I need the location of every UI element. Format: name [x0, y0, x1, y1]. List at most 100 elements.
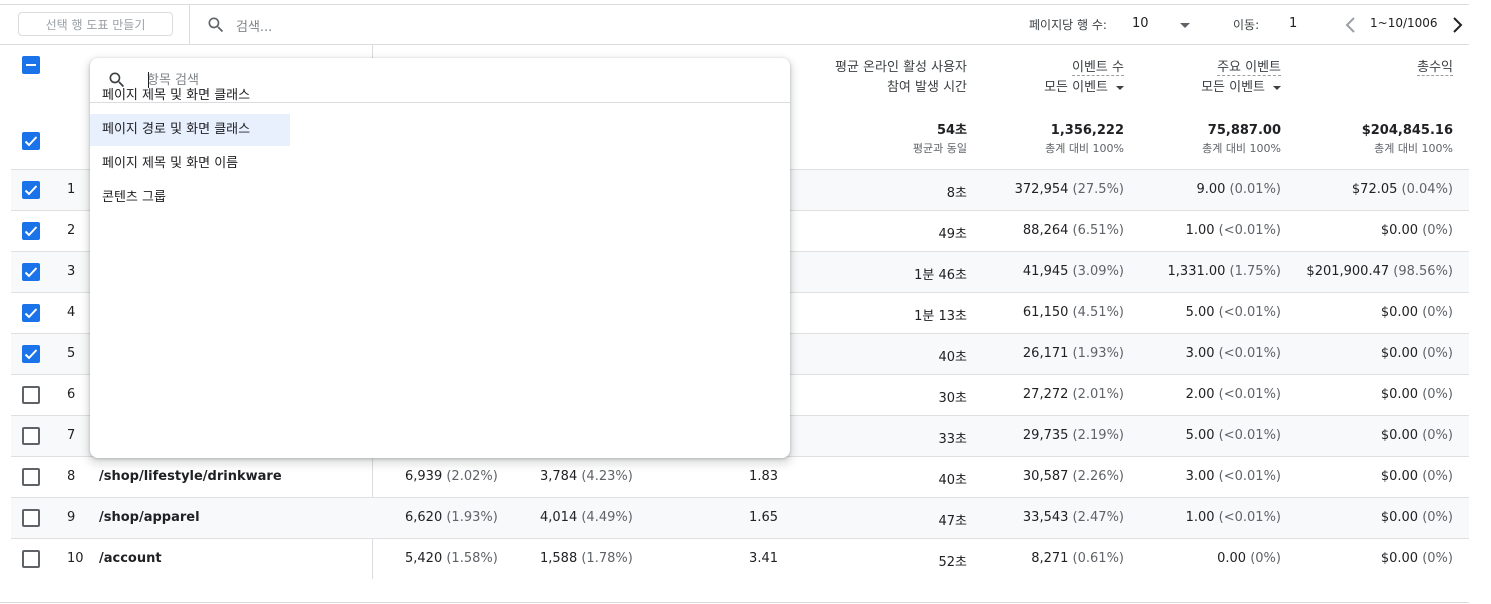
event-count-cell-percent: (4.51%) [1072, 305, 1124, 320]
event-filter-dropdown[interactable]: 모든 이벤트 [1044, 78, 1124, 98]
totals-events: 1,356,222 총계 대비 100% [1045, 122, 1124, 158]
engagement-time-cell-value: 40초 [938, 473, 967, 488]
dimension-option[interactable]: 콘텐츠 그룹 [90, 182, 176, 214]
key-events-cell: 1.00 (<0.01%) [1186, 223, 1281, 238]
views-per-user-cell: 1.65 [749, 510, 778, 525]
row-checkbox[interactable] [22, 509, 40, 527]
page-path[interactable]: /shop/apparel [99, 510, 200, 525]
total-sub: 총계 대비 100% [1202, 142, 1281, 155]
event-count-cell-value: 8,271 [1031, 551, 1069, 566]
event-count-cell-value: 30,587 [1022, 469, 1069, 484]
row-checkbox[interactable] [22, 222, 40, 240]
check-icon [24, 349, 38, 360]
event-count-cell-percent: (2.19%) [1072, 428, 1124, 443]
event-count-cell: 61,150 (4.51%) [1023, 305, 1124, 320]
event-filter-label: 모든 이벤트 [1044, 80, 1108, 95]
revenue-label[interactable]: 총수익 [1417, 60, 1453, 76]
goto-page-input[interactable]: 1 [1289, 16, 1297, 31]
engagement-time-cell-value: 8초 [946, 186, 967, 201]
check-icon [24, 136, 38, 147]
views-cell-value: 5,420 [405, 551, 443, 566]
revenue-cell-percent: (0%) [1422, 469, 1453, 484]
page-path[interactable]: /shop/lifestyle/drinkware [99, 469, 282, 484]
caret-down-icon[interactable] [1180, 23, 1190, 28]
event-count-header[interactable]: 이벤트 수 모든 이벤트 [1044, 58, 1124, 98]
select-all-checkbox[interactable] [22, 56, 40, 74]
revenue-cell-value: $0.00 [1380, 346, 1419, 361]
event-count-cell-value: 29,735 [1022, 428, 1069, 443]
revenue-cell-percent: (0%) [1422, 223, 1453, 238]
key-events-header[interactable]: 주요 이벤트 모든 이벤트 [1201, 58, 1281, 98]
event-count-cell: 33,543 (2.47%) [1023, 510, 1124, 525]
event-count-cell-percent: (0.61%) [1072, 551, 1124, 566]
revenue-cell-percent: (0%) [1422, 428, 1453, 443]
event-count-cell-value: 41,945 [1022, 264, 1069, 279]
views-cell-percent: (1.58%) [446, 551, 498, 566]
revenue-cell-value: $0.00 [1380, 469, 1419, 484]
key-events-cell-percent: (0.01%) [1229, 182, 1281, 197]
table-row[interactable]: 9/shop/apparel 6,620 (1.93%) 4,014 (4.49%)… [11, 497, 1469, 538]
rows-per-page-select[interactable]: 10 [1132, 16, 1149, 31]
engagement-time-cell: 40초 [938, 469, 967, 488]
key-events-cell-value: 2.00 [1185, 387, 1215, 402]
revenue-cell: $0.00 (0%) [1381, 346, 1453, 361]
event-count-cell-value: 372,954 [1014, 182, 1069, 197]
row-checkbox[interactable] [22, 263, 40, 281]
event-count-cell-value: 26,171 [1022, 346, 1069, 361]
key-events-cell-percent: (<0.01%) [1218, 387, 1281, 402]
engagement-time-cell-value: 33초 [938, 432, 967, 447]
row-checkbox[interactable] [22, 468, 40, 486]
views-cell-value: 6,620 [405, 510, 443, 525]
dimension-option[interactable]: 페이지 제목 및 화면 이름 [90, 148, 248, 180]
revenue-cell-percent: (0.04%) [1401, 182, 1453, 197]
key-events-cell-value: 0.00 [1217, 551, 1247, 566]
key-event-filter-dropdown[interactable]: 모든 이벤트 [1201, 78, 1281, 98]
revenue-header[interactable]: 총수익 [1417, 58, 1453, 78]
event-count-cell-value: 88,264 [1022, 223, 1069, 238]
totals-revenue: $204,845.16 총계 대비 100% [1362, 122, 1453, 158]
views-cell: 5,420 (1.58%) [405, 551, 498, 566]
plot-rows-button[interactable]: 선택 행 도표 만들기 [18, 12, 173, 36]
views-cell: 6,620 (1.93%) [405, 510, 498, 525]
totals-key-events: 75,887.00 총계 대비 100% [1202, 122, 1281, 158]
page-path[interactable]: /account [99, 551, 162, 566]
toolbar-divider [189, 5, 190, 45]
engagement-header[interactable]: 평균 온라인 활성 사용자 참여 발생 시간 [835, 58, 967, 98]
revenue-cell-value: $0.00 [1380, 510, 1419, 525]
revenue-cell: $0.00 (0%) [1381, 305, 1453, 320]
row-checkbox[interactable] [22, 345, 40, 363]
users-cell-percent: (1.78%) [581, 551, 633, 566]
event-count-cell: 41,945 (3.09%) [1023, 264, 1124, 279]
event-count-cell-percent: (27.5%) [1072, 182, 1124, 197]
dimension-option[interactable]: 페이지 제목 및 화면 클래스 [90, 80, 260, 112]
row-index: 10 [67, 551, 84, 566]
revenue-cell-value: $72.05 [1351, 182, 1398, 197]
engagement-time-cell-value: 30초 [938, 391, 967, 406]
row-checkbox[interactable] [22, 304, 40, 322]
event-count-cell-value: 27,272 [1022, 387, 1069, 402]
chevron-left-icon[interactable] [1344, 16, 1356, 34]
table-row[interactable]: 10/account 5,420 (1.58%) 1,588 (1.78%) 3.41… [11, 538, 1469, 579]
chevron-right-icon[interactable] [1452, 16, 1464, 34]
users-cell-value: 1,588 [540, 551, 578, 566]
total-value: $204,845.16 [1361, 123, 1453, 138]
key-events-cell: 3.00 (<0.01%) [1186, 469, 1281, 484]
engagement-time-cell-value: 52초 [938, 555, 967, 570]
key-events-cell-percent: (<0.01%) [1218, 305, 1281, 320]
table-search-input[interactable]: 검색... [236, 16, 272, 35]
row-checkbox[interactable] [22, 550, 40, 568]
table-row[interactable]: 8/shop/lifestyle/drinkware 6,939 (2.02%) 3… [11, 456, 1469, 497]
key-events-cell: 5.00 (<0.01%) [1186, 305, 1281, 320]
engagement-time-cell-value: 47초 [938, 514, 967, 529]
event-count-label[interactable]: 이벤트 수 [1072, 60, 1124, 76]
key-events-label[interactable]: 주요 이벤트 [1217, 60, 1281, 76]
key-events-cell: 5.00 (<0.01%) [1186, 428, 1281, 443]
row-checkbox[interactable] [22, 427, 40, 445]
totals-checkbox[interactable] [22, 132, 40, 150]
dimension-option[interactable]: 페이지 경로 및 화면 클래스 [90, 114, 290, 146]
event-count-cell: 8,271 (0.61%) [1031, 551, 1124, 566]
row-checkbox[interactable] [22, 181, 40, 199]
revenue-cell: $0.00 (0%) [1381, 387, 1453, 402]
event-count-cell: 88,264 (6.51%) [1023, 223, 1124, 238]
row-checkbox[interactable] [22, 386, 40, 404]
